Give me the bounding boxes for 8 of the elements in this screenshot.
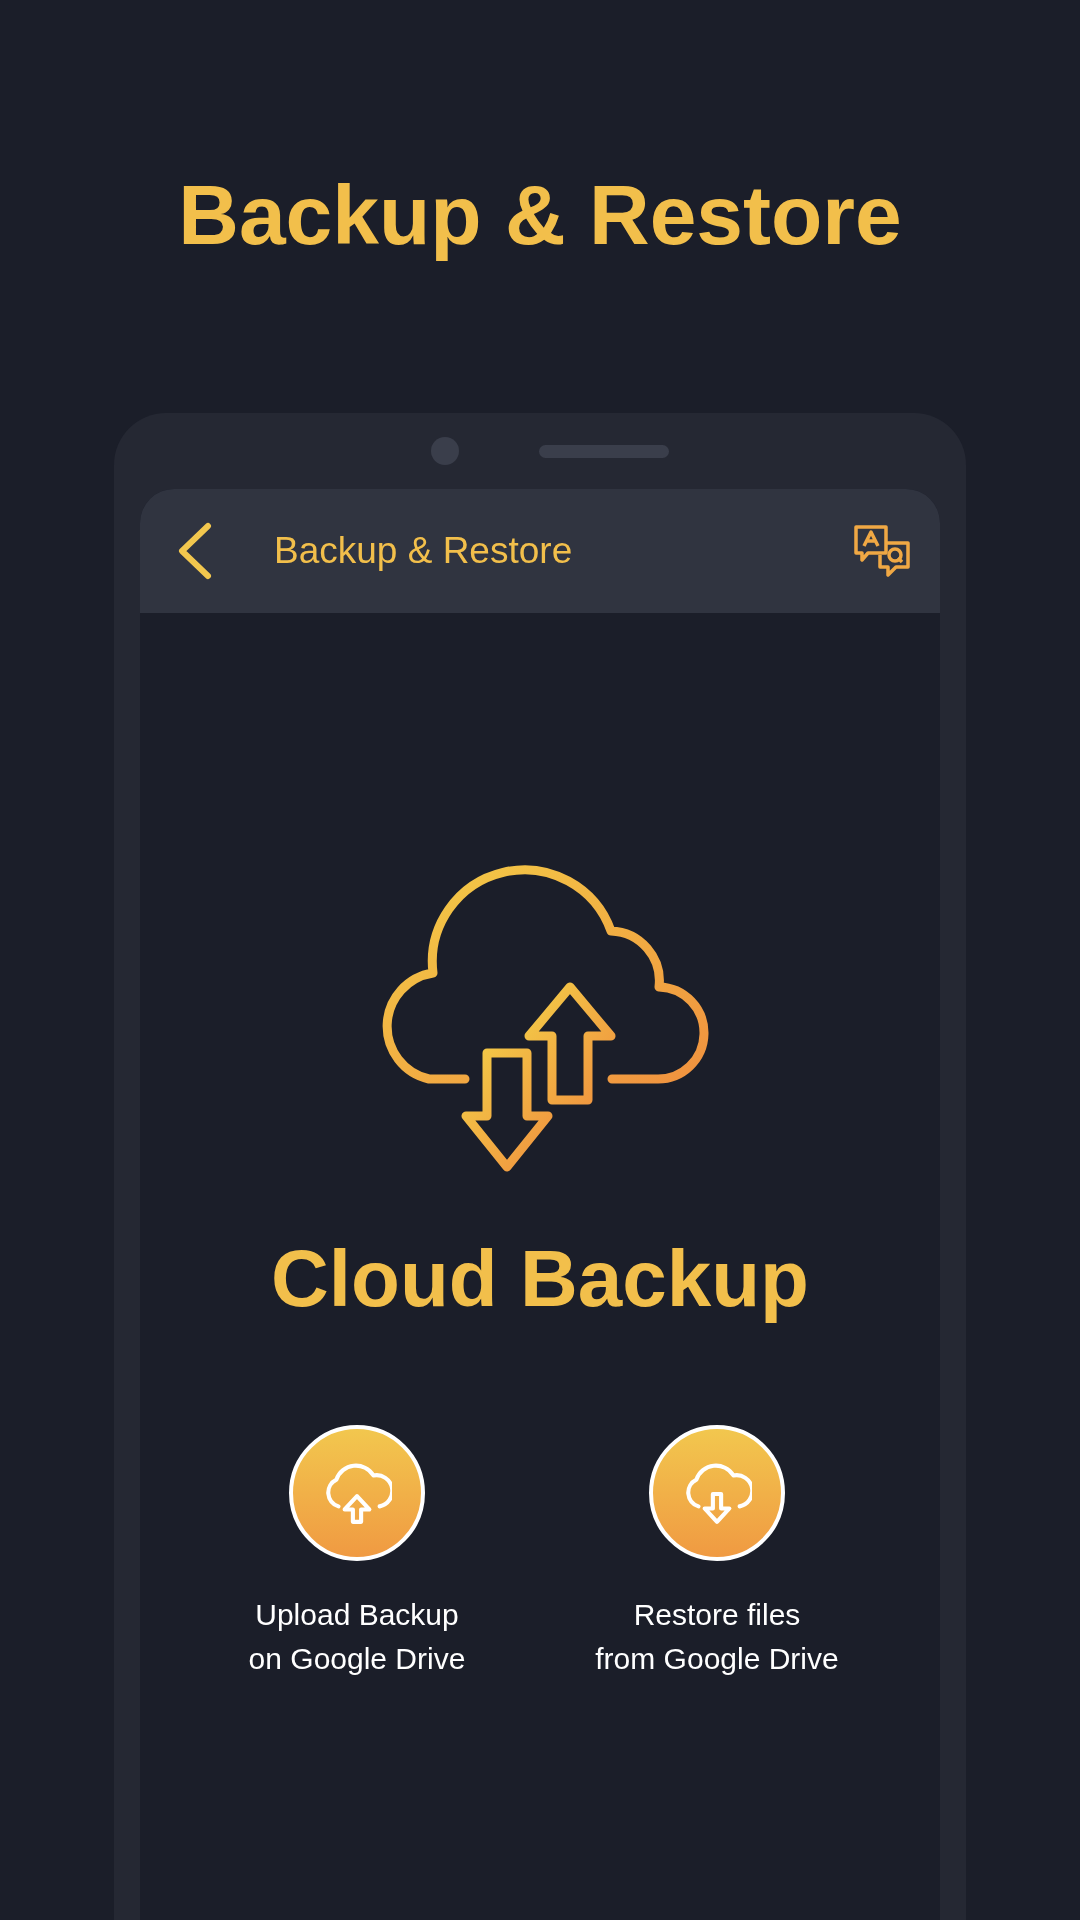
- camera-dot: [431, 437, 459, 465]
- app-bar-title: Backup & Restore: [274, 530, 574, 572]
- section-title: Cloud Backup: [271, 1233, 809, 1325]
- action-label: Restore files from Google Drive: [595, 1597, 839, 1677]
- chat-bubbles-icon[interactable]: [852, 523, 912, 579]
- back-icon[interactable]: [176, 522, 212, 580]
- headline: Backup & Restore: [178, 167, 902, 264]
- action-label: Upload Backup on Google Drive: [248, 1597, 466, 1677]
